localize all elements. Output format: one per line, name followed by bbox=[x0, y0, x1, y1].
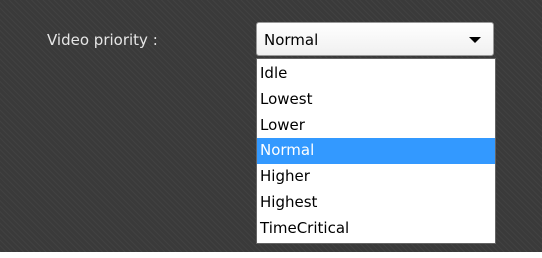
video-priority-label: Video priority : bbox=[47, 31, 158, 49]
option-higher[interactable]: Higher bbox=[257, 164, 495, 190]
option-highest[interactable]: Highest bbox=[257, 190, 495, 216]
video-priority-dropdown-list[interactable]: Idle Lowest Lower Normal Higher Highest … bbox=[256, 58, 496, 244]
option-timecritical[interactable]: TimeCritical bbox=[257, 216, 495, 242]
option-lowest[interactable]: Lowest bbox=[257, 87, 495, 113]
chevron-down-icon[interactable] bbox=[469, 37, 481, 43]
option-normal[interactable]: Normal bbox=[257, 138, 495, 165]
option-lower[interactable]: Lower bbox=[257, 113, 495, 139]
option-idle[interactable]: Idle bbox=[257, 61, 495, 87]
combobox-value: Normal bbox=[264, 31, 319, 49]
video-priority-combobox[interactable]: Normal bbox=[256, 22, 494, 56]
settings-panel: Video priority : Normal Idle Lowest Lowe… bbox=[0, 0, 542, 252]
